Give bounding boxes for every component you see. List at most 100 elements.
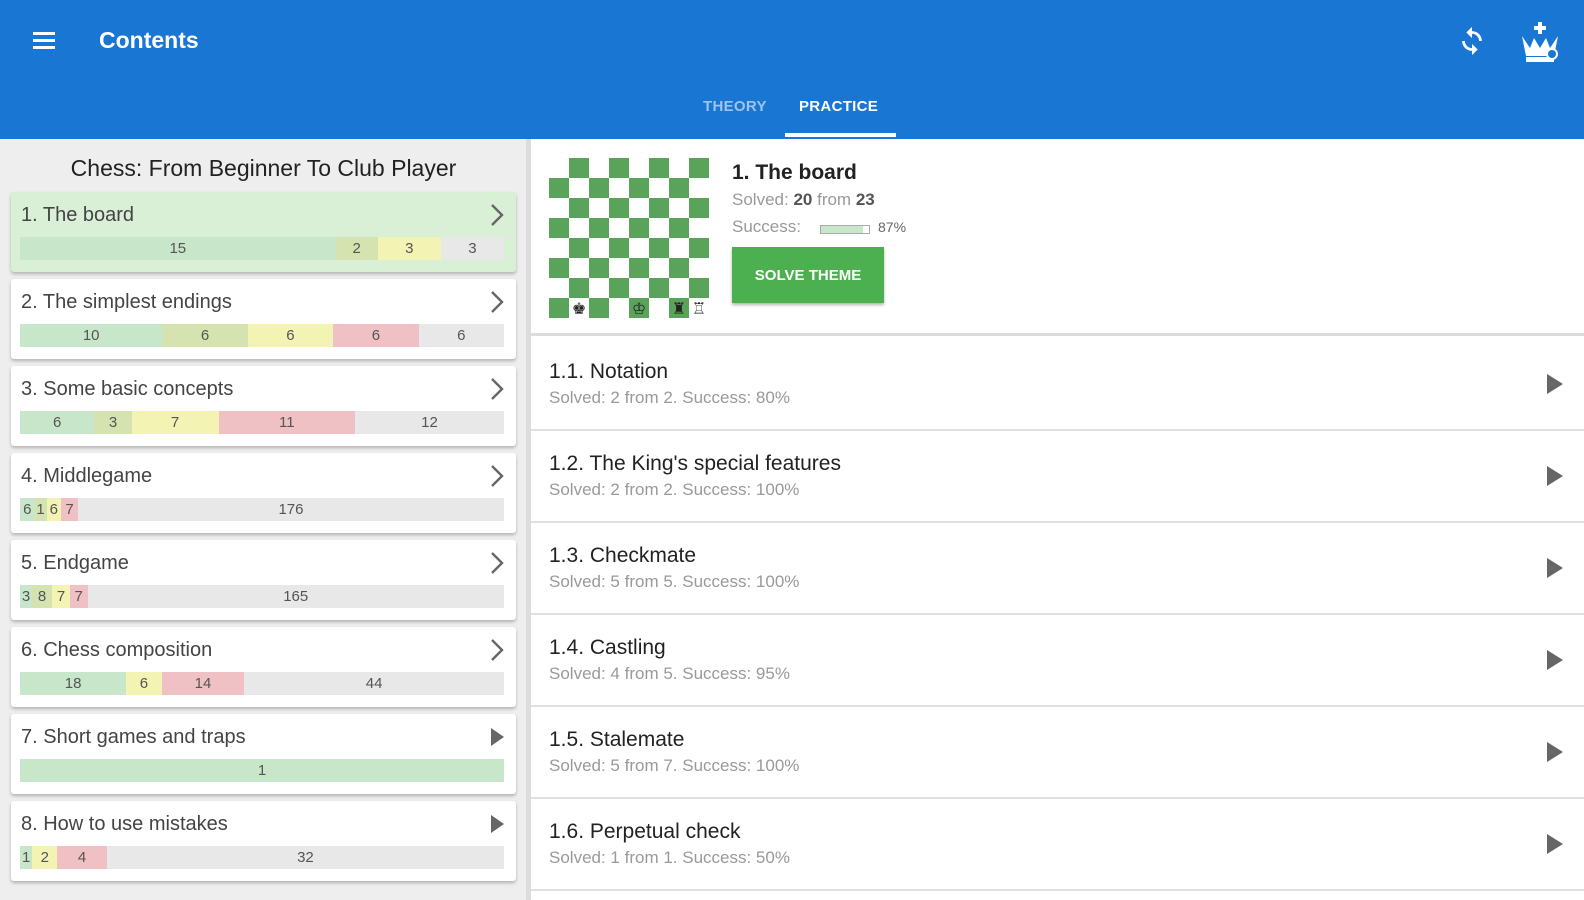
success-percent: 87% [878, 219, 907, 235]
lesson-row[interactable]: 1.1. Notation Solved: 2 from 2. Success: … [531, 339, 1584, 431]
lesson-stats: Solved: 1 from 1. Success: 50% [549, 848, 790, 867]
tab-theory[interactable]: THEORY [703, 98, 767, 115]
progress-segment: 165 [87, 585, 504, 608]
progress-segment: 6 [20, 411, 95, 434]
progress-segment: 1 [34, 498, 47, 521]
lesson-name: 1.6. Perpetual check [549, 820, 741, 843]
progress-segment: 11 [218, 411, 356, 434]
page-title: Contents [99, 27, 199, 53]
progress-segment: 2 [335, 237, 378, 260]
progress-segment: 10 [20, 324, 163, 347]
solve-theme-button[interactable]: SOLVE THEME [732, 247, 884, 303]
active-tab-indicator [785, 133, 896, 137]
chapter-item[interactable]: 7. Short games and traps 1 [11, 714, 516, 794]
progress-segment: 6 [126, 672, 162, 695]
chapter-progress-bar: 6 3 7 11 12 [20, 411, 504, 434]
chapter-item[interactable]: 1. The board 15 2 3 3 [11, 192, 516, 272]
chapter-name: 6. Chess composition [21, 639, 213, 661]
progress-segment: 15 [20, 237, 336, 260]
lesson-name: 1.2. The King's special features [549, 452, 841, 475]
chevron-right-icon [491, 552, 504, 574]
chevron-right-icon [491, 378, 504, 400]
hamburger-menu-icon[interactable] [30, 28, 58, 52]
chapter-progress-bar: 18 6 14 44 [20, 672, 504, 695]
chapter-item[interactable]: 5. Endgame 3 8 7 7 165 [11, 540, 516, 620]
chess-king-icon[interactable] [1516, 18, 1564, 66]
sync-icon[interactable] [1455, 24, 1489, 58]
chapter-name: 8. How to use mistakes [21, 813, 228, 835]
solved-count: Solved: 20 from 23 [732, 190, 875, 209]
progress-segment: 7 [69, 585, 88, 608]
chapter-item[interactable]: 8. How to use mistakes 1 2 4 32 [11, 801, 516, 881]
progress-segment: 6 [333, 324, 419, 347]
success-progress-bar [820, 225, 870, 234]
lesson-panel: ♚ ♔ ♜ ♖ 1. The board Solved: 20 from 23 Suc… [531, 139, 1584, 900]
chessboard-thumbnail: ♚ ♔ ♜ ♖ [549, 158, 709, 318]
lesson-row[interactable]: 1.4. Castling Solved: 4 from 5. Success: … [531, 615, 1584, 707]
play-icon[interactable] [1546, 833, 1564, 855]
chess-piece-icon: ♔ [632, 299, 646, 318]
progress-segment: 3 [20, 585, 32, 608]
success-progress-fill [821, 226, 863, 233]
progress-segment: 18 [20, 672, 127, 695]
progress-segment: 8 [32, 585, 53, 608]
chapter-progress-bar: 15 2 3 3 [20, 237, 504, 260]
progress-segment: 176 [77, 498, 504, 521]
chapter-item[interactable]: 3. Some basic concepts 6 3 7 11 12 [11, 366, 516, 446]
lesson-stats: Solved: 5 from 5. Success: 100% [549, 572, 800, 591]
progress-segment: 7 [52, 585, 70, 608]
chess-piece-icon: ♚ [572, 299, 586, 318]
play-icon[interactable] [1546, 373, 1564, 395]
chapter-name: 1. The board [21, 204, 135, 226]
play-icon[interactable] [1546, 649, 1564, 671]
chapter-name: 4. Middlegame [21, 465, 153, 487]
course-title: Chess: From Beginner To Club Player [70, 155, 457, 181]
lesson-stats: Solved: 5 from 7. Success: 100% [549, 756, 800, 775]
chapter-progress-bar: 3 8 7 7 165 [20, 585, 504, 608]
lesson-row[interactable]: 1.5. Stalemate Solved: 5 from 7. Success:… [531, 707, 1584, 799]
progress-segment: 6 [162, 324, 248, 347]
chapter-item[interactable]: 6. Chess composition 18 6 14 44 [11, 627, 516, 707]
tab-practice[interactable]: PRACTICE [799, 98, 878, 115]
lesson-row[interactable]: 1.6. Perpetual check Solved: 1 from 1. Su… [531, 799, 1584, 891]
chapter-name: 2. The simplest endings [21, 291, 232, 313]
play-icon[interactable] [1546, 557, 1564, 579]
chapter-item[interactable]: 2. The simplest endings 10 6 6 6 6 [11, 279, 516, 359]
play-icon [491, 815, 504, 833]
progress-segment: 6 [418, 324, 504, 347]
progress-segment: 12 [355, 411, 504, 434]
chevron-right-icon [491, 639, 504, 661]
chapter-progress-bar: 6 1 6 7 176 [20, 498, 504, 521]
play-icon[interactable] [1546, 741, 1564, 763]
chapter-name: 3. Some basic concepts [21, 378, 234, 400]
progress-segment: 3 [440, 237, 504, 260]
progress-segment: 7 [61, 498, 78, 521]
play-icon[interactable] [1546, 465, 1564, 487]
progress-segment: 6 [247, 324, 334, 347]
progress-segment: 2 [32, 846, 58, 869]
lesson-stats: Solved: 4 from 5. Success: 95% [549, 664, 790, 683]
chevron-right-icon [491, 465, 504, 487]
lesson-row[interactable]: 1.3. Checkmate Solved: 5 from 5. Success:… [531, 523, 1584, 615]
chapter-progress-bar: 1 [20, 759, 504, 782]
chapter-progress-bar: 1 2 4 32 [20, 846, 504, 869]
progress-segment: 3 [94, 411, 132, 434]
progress-segment: 3 [377, 237, 441, 260]
app-bar: Contents THEORY PRACTICE [0, 0, 1584, 139]
chapter-name: 7. Short games and traps [21, 726, 246, 748]
lesson-name: 1.3. Checkmate [549, 544, 697, 567]
lesson-name: 1.5. Stalemate [549, 728, 685, 751]
theme-header: ♚ ♔ ♜ ♖ 1. The board Solved: 20 from 23 Suc… [531, 139, 1584, 336]
lesson-name: 1.1. Notation [549, 360, 669, 383]
chess-piece-icon: ♖ [692, 299, 706, 318]
chevron-right-icon [491, 291, 504, 313]
lesson-row[interactable]: 1.2. The King's special features Solved: … [531, 431, 1584, 523]
chess-piece-icon: ♜ [672, 299, 686, 318]
lesson-name: 1.4. Castling [549, 636, 666, 659]
lesson-stats: Solved: 2 from 2. Success: 80% [549, 388, 790, 407]
progress-segment: 14 [161, 672, 245, 695]
chevron-right-icon [491, 204, 504, 226]
play-icon [491, 728, 504, 746]
lesson-stats: Solved: 2 from 2. Success: 100% [549, 480, 800, 499]
chapter-item[interactable]: 4. Middlegame 6 1 6 7 176 [11, 453, 516, 533]
